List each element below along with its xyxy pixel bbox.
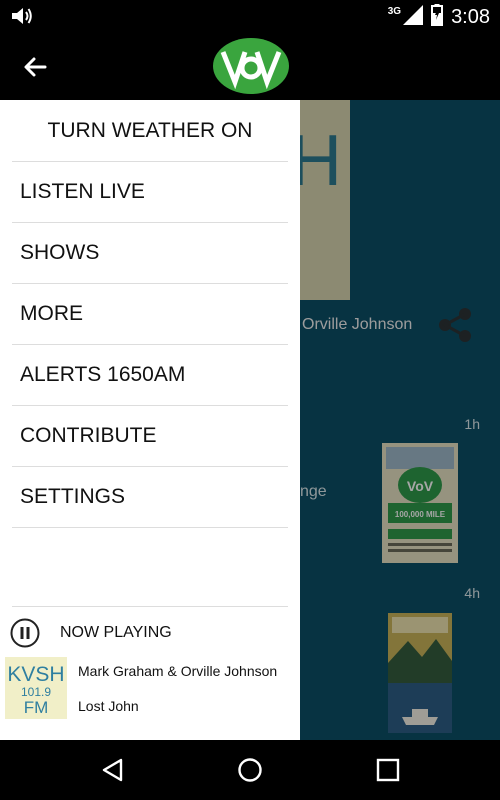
volume-icon xyxy=(10,5,34,32)
clock: 3:08 xyxy=(451,6,490,28)
station-band: FM xyxy=(24,698,49,717)
menu-item-shows[interactable]: SHOWS xyxy=(12,222,288,284)
station-logo: KVSH 101.9 FM xyxy=(5,657,67,719)
menu-item-alerts[interactable]: ALERTS 1650AM xyxy=(12,344,288,406)
station-call-sign: KVSH xyxy=(7,663,64,686)
battery-icon xyxy=(431,4,444,31)
nav-home-icon[interactable] xyxy=(237,757,263,783)
now-playing-divider xyxy=(12,606,288,607)
menu-item-contribute[interactable]: CONTRIBUTE xyxy=(12,405,288,467)
app-logo xyxy=(211,36,291,96)
now-playing-title: Mark Graham & Orville Johnson xyxy=(78,663,278,679)
signal-icon xyxy=(403,5,424,30)
menu-item-label: MORE xyxy=(20,301,83,325)
menu-item-listen-live[interactable]: LISTEN LIVE xyxy=(12,161,288,223)
turn-weather-on-button[interactable]: TURN WEATHER ON xyxy=(12,100,288,162)
network-type: 3G xyxy=(387,6,402,17)
now-playing-label: NOW PLAYING xyxy=(60,624,172,641)
turn-weather-on-label: TURN WEATHER ON xyxy=(47,118,253,142)
menu-item-settings[interactable]: SETTINGS xyxy=(12,466,288,528)
menu-item-label: SHOWS xyxy=(20,240,100,264)
menu-item-more[interactable]: MORE xyxy=(12,283,288,345)
pause-icon[interactable] xyxy=(10,618,40,648)
now-playing-track: Lost John xyxy=(78,698,139,714)
status-bar: 3G 3:08 xyxy=(0,0,500,32)
back-arrow-icon[interactable] xyxy=(20,52,50,82)
menu-item-label: LISTEN LIVE xyxy=(20,179,145,203)
system-nav-bar xyxy=(0,740,500,800)
navigation-drawer: TURN WEATHER ON LISTEN LIVE SHOWS MORE A… xyxy=(0,100,300,740)
nav-back-icon[interactable] xyxy=(100,757,126,783)
menu-item-label: ALERTS 1650AM xyxy=(20,362,186,386)
nav-recents-icon[interactable] xyxy=(375,757,401,783)
station-frequency: 101.9 xyxy=(21,685,51,699)
menu-item-label: SETTINGS xyxy=(20,484,126,508)
app-bar xyxy=(0,32,500,100)
menu-item-label: CONTRIBUTE xyxy=(20,423,157,447)
